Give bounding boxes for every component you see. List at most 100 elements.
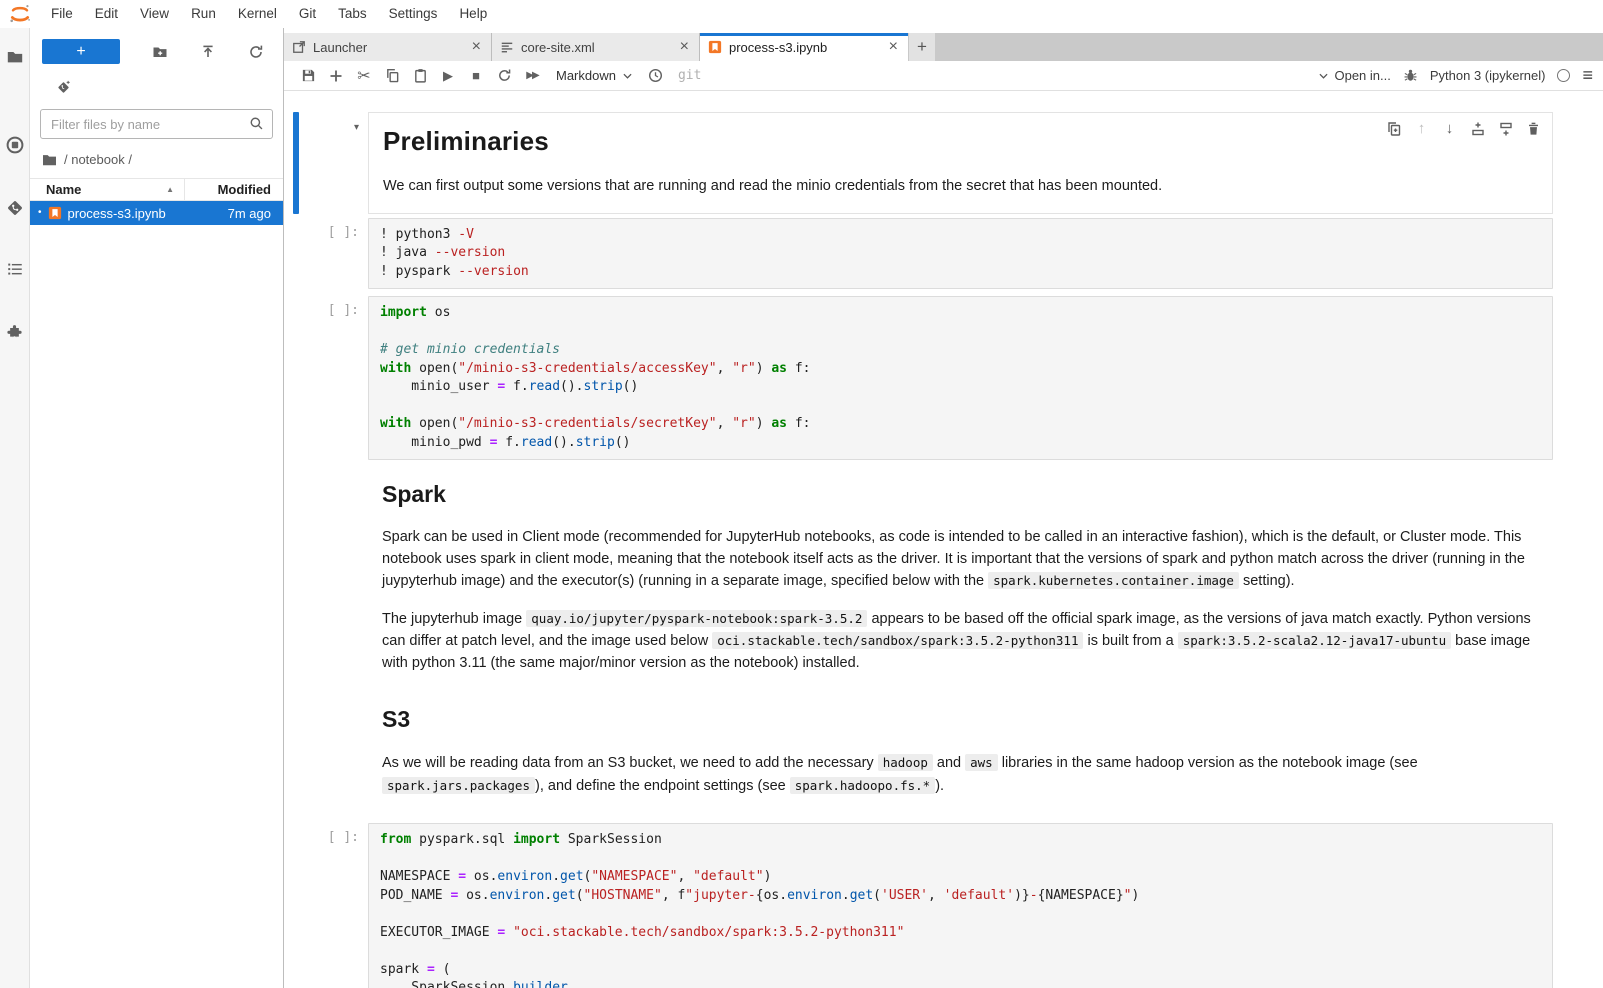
- tab-launcher[interactable]: Launcher ×: [284, 33, 492, 61]
- code-cell-versions: [ ]: ! python3 -V! java --version! pyspa…: [284, 218, 1603, 290]
- md-paragraph: The jupyterhub image quay.io/jupyter/pys…: [382, 608, 1539, 675]
- markdown-cell-body[interactable]: Spark Spark can be used in Client mode (…: [368, 460, 1553, 691]
- insert-cell-icon[interactable]: [322, 62, 350, 90]
- cell-collapser[interactable]: [284, 691, 299, 814]
- code-editor[interactable]: from pyspark.sql import SparkSession NAM…: [368, 823, 1553, 988]
- menu-item-file[interactable]: File: [40, 0, 84, 28]
- search-icon: [249, 116, 264, 131]
- close-icon[interactable]: ×: [470, 39, 483, 55]
- menu-item-tabs[interactable]: Tabs: [327, 0, 378, 28]
- menu-item-settings[interactable]: Settings: [378, 0, 449, 28]
- cell-prompt: [ ]:: [299, 218, 368, 290]
- markdown-cell-body[interactable]: ↑ ↓ Preliminaries We can first out: [368, 112, 1553, 214]
- new-launcher-button[interactable]: +: [42, 39, 120, 64]
- close-icon[interactable]: ×: [887, 39, 900, 55]
- delete-cell-icon[interactable]: [1524, 119, 1543, 138]
- insert-above-icon[interactable]: [1468, 119, 1487, 138]
- restart-run-all-icon[interactable]: ▶▶: [518, 62, 546, 90]
- chevron-down-icon: [623, 73, 632, 79]
- move-up-icon: ↑: [1412, 119, 1431, 138]
- history-clock-icon[interactable]: [642, 62, 670, 90]
- stop-icon[interactable]: ■: [462, 62, 490, 90]
- notebook-content: ▾ ↑ ↓: [284, 91, 1603, 988]
- notebook-toolbar: ✂ ▶ ■ ▶▶ Markdown git: [284, 61, 1603, 91]
- restart-kernel-icon[interactable]: [490, 62, 518, 90]
- markdown-cell-body[interactable]: S3 As we will be reading data from an S3…: [368, 691, 1553, 814]
- code-editor[interactable]: ! python3 -V! java --version! pyspark --…: [368, 218, 1553, 290]
- copy-icon[interactable]: [378, 62, 406, 90]
- toc-icon[interactable]: [0, 254, 30, 284]
- cell-toolbar: ↑ ↓: [1384, 119, 1543, 138]
- code-editor[interactable]: import os # get minio credentialswith op…: [368, 296, 1553, 460]
- tab-label: process-s3.ipynb: [729, 40, 880, 55]
- launcher-tab-icon: [292, 40, 306, 54]
- active-cell-collapser[interactable]: [284, 112, 299, 214]
- tab-label: core-site.xml: [521, 40, 671, 55]
- file-name: process-s3.ipynb: [68, 206, 216, 221]
- menu-item-edit[interactable]: Edit: [84, 0, 129, 28]
- md-heading-spark: Spark: [382, 481, 1539, 508]
- tab-process-s3-ipynb[interactable]: process-s3.ipynb ×: [700, 33, 908, 61]
- kernel-status-icon: [1557, 69, 1570, 82]
- sidebar-menu-icon[interactable]: ≡: [1582, 65, 1593, 86]
- menu-item-help[interactable]: Help: [448, 0, 498, 28]
- cell-type-value: Markdown: [556, 68, 616, 83]
- menu-item-kernel[interactable]: Kernel: [227, 0, 288, 28]
- md-paragraph: Spark can be used in Client mode (recomm…: [382, 527, 1539, 593]
- paste-icon[interactable]: [406, 62, 434, 90]
- filter-files-input[interactable]: [40, 109, 273, 139]
- cell-collapser[interactable]: [284, 823, 299, 988]
- jupyter-logo-icon: [8, 2, 32, 26]
- cell-collapser[interactable]: [284, 296, 299, 460]
- md-paragraph: We can first output some versions that a…: [383, 176, 1538, 198]
- running-kernels-icon[interactable]: [0, 130, 30, 160]
- tab-label: Launcher: [313, 40, 463, 55]
- open-in-dropdown[interactable]: Open in...: [1319, 68, 1390, 83]
- upload-icon[interactable]: [200, 44, 216, 60]
- menu-bar: File Edit View Run Kernel Git Tabs Setti…: [0, 0, 1603, 28]
- move-down-icon[interactable]: ↓: [1440, 119, 1459, 138]
- file-browser-toolbar: +: [30, 28, 283, 64]
- folder-icon: [42, 153, 57, 166]
- file-browser-icon[interactable]: [0, 42, 30, 72]
- tab-core-site-xml[interactable]: core-site.xml ×: [492, 33, 700, 61]
- md-heading-preliminaries: Preliminaries: [383, 126, 1538, 157]
- extensions-icon[interactable]: [0, 316, 30, 346]
- text-file-tab-icon: [500, 40, 514, 54]
- activity-bar: [0, 28, 30, 988]
- column-name[interactable]: Name ▲: [46, 179, 185, 200]
- new-tab-button[interactable]: +: [909, 33, 935, 61]
- git-clone-icon[interactable]: [56, 80, 283, 95]
- menu-item-git[interactable]: Git: [288, 0, 327, 28]
- cell-prompt: [ ]:: [299, 296, 368, 460]
- debugger-icon[interactable]: [1403, 68, 1418, 83]
- run-icon[interactable]: ▶: [434, 62, 462, 90]
- notebook-file-icon: [48, 206, 62, 220]
- file-row[interactable]: • process-s3.ipynb 7m ago: [30, 201, 283, 225]
- save-icon[interactable]: [294, 62, 322, 90]
- collapse-heading-icon[interactable]: ▾: [354, 122, 359, 133]
- menu-item-run[interactable]: Run: [180, 0, 227, 28]
- git-sidebar-icon[interactable]: [0, 193, 30, 223]
- close-icon[interactable]: ×: [678, 39, 691, 55]
- notebook-tab-icon: [708, 40, 722, 54]
- cell-collapser[interactable]: [284, 460, 299, 691]
- cell-collapser[interactable]: [284, 218, 299, 290]
- insert-below-icon[interactable]: [1496, 119, 1515, 138]
- duplicate-cell-icon[interactable]: [1384, 119, 1403, 138]
- new-folder-icon[interactable]: [152, 44, 168, 60]
- kernel-name[interactable]: Python 3 (ipykernel): [1430, 68, 1546, 83]
- column-modified[interactable]: Modified: [185, 182, 283, 197]
- file-list-header: Name ▲ Modified: [30, 178, 283, 201]
- file-modified: 7m ago: [222, 206, 271, 221]
- menu-item-view[interactable]: View: [129, 0, 180, 28]
- code-cell-minio-credentials: [ ]: import os # get minio credentialswi…: [284, 296, 1603, 460]
- tab-bar: Launcher × core-site.xml × process-s3.ip…: [284, 33, 1603, 61]
- markdown-cell-preliminaries: ▾ ↑ ↓: [284, 112, 1603, 214]
- cut-icon[interactable]: ✂: [350, 62, 378, 90]
- refresh-icon[interactable]: [248, 44, 264, 60]
- open-in-label: Open in...: [1334, 68, 1390, 83]
- markdown-cell-s3: S3 As we will be reading data from an S3…: [284, 691, 1603, 814]
- cell-type-dropdown[interactable]: Markdown: [546, 62, 642, 90]
- breadcrumb[interactable]: / notebook /: [30, 139, 283, 178]
